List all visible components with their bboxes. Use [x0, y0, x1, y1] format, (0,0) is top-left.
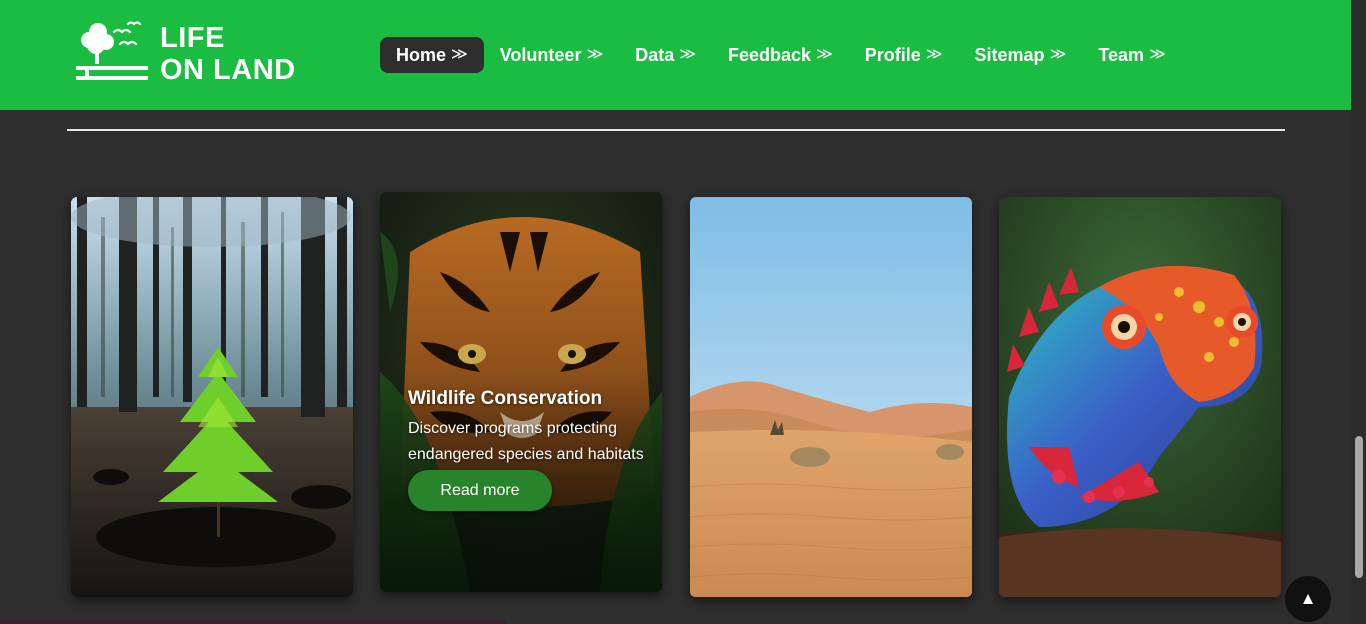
desert-dunes-image: [690, 197, 972, 597]
card-forest[interactable]: [71, 197, 353, 597]
chevron-right-icon: ≫: [679, 46, 696, 63]
back-to-top-button[interactable]: ▲: [1285, 576, 1331, 622]
nav-team-label: Team: [1098, 45, 1144, 65]
read-more-button[interactable]: Read more: [408, 470, 552, 511]
chevron-right-icon: ≫: [816, 46, 833, 63]
brand-line-2: ON LAND: [160, 54, 296, 86]
chevron-right-icon: ≫: [1149, 46, 1166, 63]
brand-line-1: LIFE: [160, 22, 225, 54]
chevron-right-icon: ≫: [1049, 46, 1067, 63]
nav-profile[interactable]: Profile ≫: [849, 37, 959, 73]
scrollbar[interactable]: [1351, 0, 1366, 624]
nav-links: Home ≫ Volunteer ≫ Data ≫ Feedback ≫ Pro…: [380, 37, 1182, 73]
chameleon-image: [999, 197, 1281, 597]
scrollbar-thumb[interactable]: [1355, 436, 1363, 578]
nav-data[interactable]: Data ≫: [619, 37, 712, 73]
chevron-right-icon: ≫: [586, 46, 604, 63]
nav-data-label: Data: [635, 45, 675, 65]
logo[interactable]: LIFE ON LAND: [76, 18, 306, 92]
nav-profile-label: Profile: [864, 45, 921, 65]
nav-volunteer[interactable]: Volunteer ≫: [484, 37, 619, 73]
forest-sapling-image: [71, 197, 353, 597]
nav-sitemap[interactable]: Sitemap ≫: [959, 37, 1083, 73]
brand-name: LIFE ON LAND: [160, 22, 296, 86]
chevron-right-icon: ≫: [451, 46, 468, 63]
nav-sitemap-label: Sitemap: [974, 45, 1045, 65]
card-desert[interactable]: [690, 197, 972, 597]
nav-home-label: Home: [396, 45, 447, 65]
tree-birds-logo-icon: [76, 21, 148, 80]
navbar: LIFE ON LAND Home ≫ Volunteer ≫ Data ≫ F…: [0, 0, 1351, 110]
bottom-strip: [0, 620, 506, 624]
card-chameleon[interactable]: [999, 197, 1281, 597]
card-description: Discover programs protecting endangered …: [408, 420, 644, 463]
nav-feedback-label: Feedback: [727, 45, 812, 65]
nav-home[interactable]: Home ≫: [380, 37, 484, 73]
section-divider: [67, 129, 1285, 131]
nav-feedback[interactable]: Feedback ≫: [712, 37, 849, 73]
nav-volunteer-label: Volunteer: [499, 45, 582, 65]
card-overlay: Wildlife Conservation Discover programs …: [408, 384, 648, 511]
chevron-right-icon: ≫: [925, 46, 943, 63]
card-wildlife-conservation[interactable]: Wildlife Conservation Discover programs …: [380, 192, 662, 592]
nav-team[interactable]: Team ≫: [1082, 37, 1181, 73]
card-title: Wildlife Conservation: [408, 388, 603, 409]
